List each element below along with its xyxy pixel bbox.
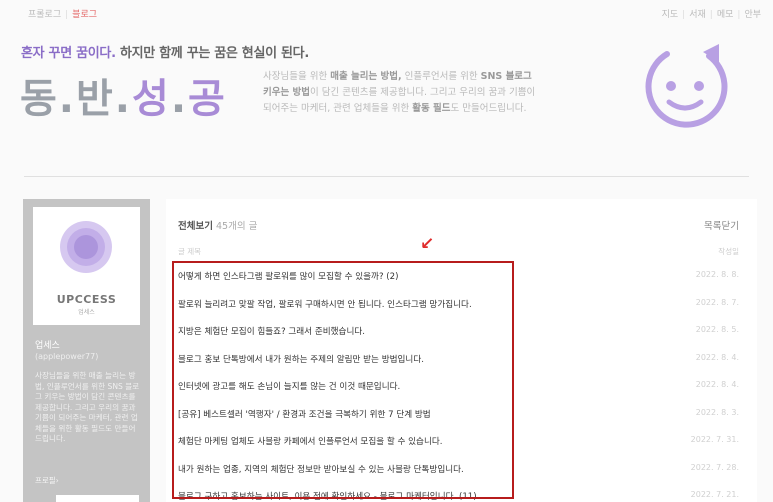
post-date: 2022. 7. 31. <box>690 435 739 444</box>
memo-link[interactable]: 메모 <box>717 10 734 20</box>
profile-sidebar: UPCCESS 업세스 업세스 (applepower77) 사장님들을 위한 … <box>23 199 150 502</box>
nav-separator: | <box>65 10 69 20</box>
post-date: 2022. 7. 28. <box>690 462 739 472</box>
profile-brand: UPCCESS <box>56 293 117 306</box>
desc-text: 도 만들어드립니다. <box>450 103 527 114</box>
post-date: 2022. 8. 7. <box>695 297 739 307</box>
nav-separator: | <box>682 10 686 20</box>
nav-separator: | <box>709 10 713 20</box>
library-link[interactable]: 서재 <box>689 10 706 20</box>
post-list-heading: 전체보기 45개의 글 <box>178 218 257 232</box>
profile-image[interactable]: UPCCESS 업세스 <box>33 207 140 325</box>
desc-emphasis: SNS 블로그 <box>480 71 532 82</box>
profile-name: 업세스 <box>35 341 60 351</box>
header-tagline: 혼자 꾸면 꿈이다. 하지만 함께 꾸는 꿈은 현실이 된다. <box>21 42 309 61</box>
column-header-date: 작성일 <box>718 247 739 256</box>
post-date: 2022. 8. 4. <box>695 352 739 362</box>
header-divider <box>24 176 749 177</box>
desc-text: 이 담긴 콘텐츠를 제공합니다. 그리고 우리의 꿈과 기쁨이 <box>310 87 536 98</box>
logo-dot: . <box>170 76 189 122</box>
smiley-logo-icon <box>645 44 728 128</box>
blog-link[interactable]: 블로그 <box>72 10 97 20</box>
red-arrow-icon: ↙ <box>420 234 435 254</box>
map-link[interactable]: 지도 <box>662 10 679 20</box>
top-nav-right: 지도 | 서재 | 메모 | 안부 <box>662 7 761 20</box>
logo-part-1: 동.반. <box>20 76 132 122</box>
upccess-logo-icon <box>60 221 112 273</box>
profile-id: (applepower77) <box>35 352 99 361</box>
close-list-button[interactable]: 목록닫기 <box>704 218 739 232</box>
nav-separator: | <box>737 10 741 20</box>
desc-text: 되어주는 마케터, 관련 업체들을 위한 <box>263 103 413 114</box>
post-count: 45개의 글 <box>212 221 258 232</box>
sidebar-button[interactable] <box>56 495 139 502</box>
desc-text: 인플루언서를 위한 <box>401 71 481 82</box>
post-date: 2022. 8. 8. <box>695 270 739 279</box>
top-nav-left: 프롤로그 | 블로그 <box>28 7 97 20</box>
prologue-link[interactable]: 프롤로그 <box>28 10 61 20</box>
post-date: 2022. 8. 4. <box>695 380 739 389</box>
blog-description: 사장님들을 위한 매출 늘리는 방법, 인플루언서를 위한 SNS 블로그 키우… <box>263 69 583 117</box>
column-header-title: 글 제목 <box>178 247 202 256</box>
view-all-label[interactable]: 전체보기 <box>178 221 213 232</box>
blog-title-logo[interactable]: 동.반.성.공 <box>20 66 227 124</box>
logo-part-3: 공 <box>188 76 227 122</box>
post-date: 2022. 7. 21. <box>690 490 739 499</box>
post-date: 2022. 8. 5. <box>695 325 739 334</box>
profile-link[interactable]: 프로필› <box>35 475 59 486</box>
profile-intro: 사장님들을 위한 매출 늘리는 방법, 인플루언서를 위한 SNS 블로그 키우… <box>35 371 140 443</box>
top-navigation: 프롤로그 | 블로그 지도 | 서재 | 메모 | 안부 <box>0 0 773 24</box>
post-date: 2022. 8. 3. <box>695 407 739 417</box>
guestbook-link[interactable]: 안부 <box>744 10 761 20</box>
profile-brand-sub: 업세스 <box>78 309 95 316</box>
tagline-accent: 혼자 꾸면 꿈이다. <box>21 46 116 61</box>
desc-emphasis: 활동 필드 <box>412 103 451 114</box>
desc-text: 사장님들을 위한 <box>263 71 331 82</box>
desc-emphasis: 매출 늘리는 방법, <box>330 71 402 82</box>
tagline-rest: 하지만 함께 꾸는 꿈은 현실이 된다. <box>115 46 309 61</box>
desc-emphasis: 키우는 방법 <box>263 87 311 98</box>
red-highlight-box <box>172 261 514 499</box>
logo-part-2: 성 <box>132 76 171 122</box>
